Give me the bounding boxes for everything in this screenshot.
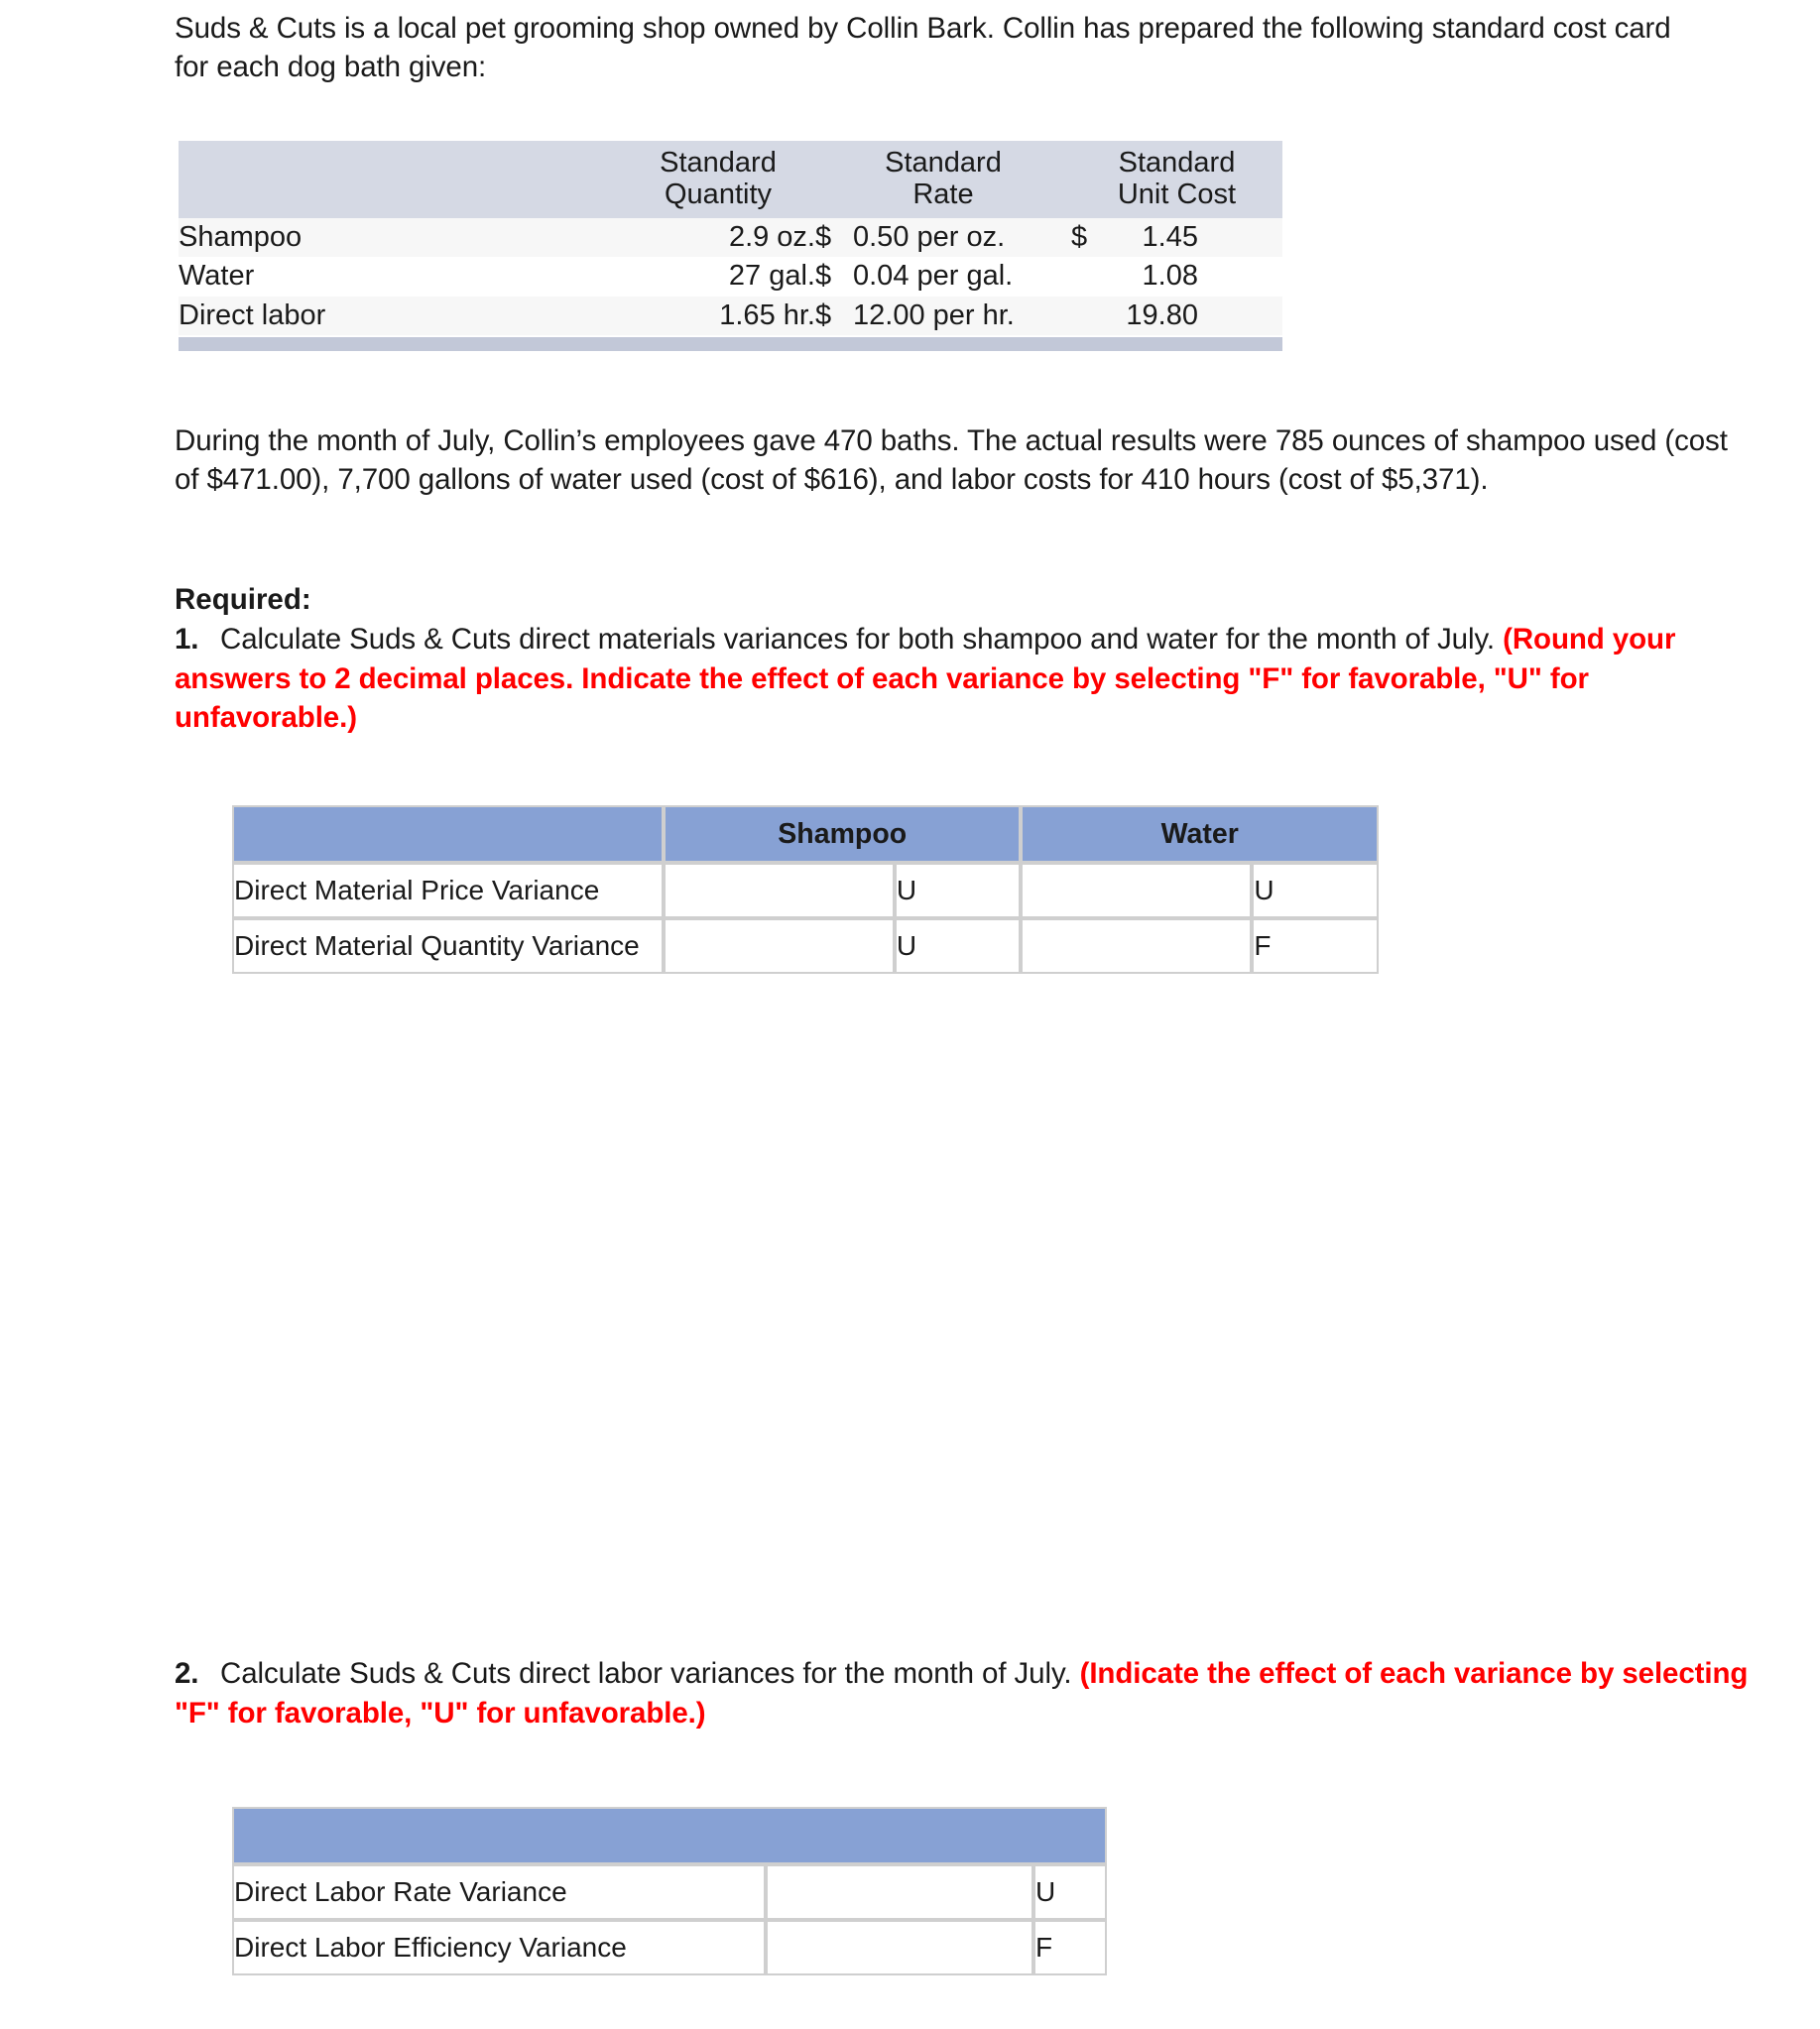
requirement-2-number: 2. — [175, 1657, 199, 1690]
table-row: Direct labor 1.65 hr. $12.00 per hr. 19.… — [179, 296, 1282, 336]
cost-card-row-rate: $0.04 per gal. — [815, 257, 1071, 297]
water-price-variance-effect-select[interactable]: U — [1252, 863, 1379, 918]
cost-card-row-label: Water — [179, 257, 621, 297]
labor-table-body: Direct Labor Rate Variance U Direct Labo… — [232, 1864, 1108, 1975]
water-quantity-variance-input[interactable] — [1021, 918, 1253, 974]
cost-card-header-blank — [179, 141, 621, 218]
water-price-variance-input[interactable] — [1021, 863, 1253, 918]
cost-card-header-row: Standard Quantity Standard Rate Standard… — [179, 141, 1282, 218]
actual-results-paragraph: During the month of July, Collin’s emplo… — [175, 424, 1728, 497]
labor-variance-table: Direct Labor Rate Variance U Direct Labo… — [232, 1807, 1108, 1975]
cost-card-row-rate-value: 0.04 per gal. — [853, 260, 1014, 293]
cost-card-row-label: Direct labor — [179, 296, 621, 336]
cost-card-row-label: Shampoo — [179, 217, 621, 258]
cost-card-row-unit-cost-value: 1.08 — [1142, 260, 1198, 293]
labor-rate-variance-effect-select[interactable]: U — [1033, 1864, 1108, 1920]
cost-card-row-rate-value: 12.00 per hr. — [853, 298, 1015, 331]
cost-card-header-std-rate-line1: Standard — [885, 147, 1002, 179]
table-row: Direct Labor Efficiency Variance F — [232, 1920, 1108, 1975]
materials-row-label-price-variance: Direct Material Price Variance — [232, 863, 664, 918]
materials-header-blank — [232, 805, 664, 863]
labor-table-header-row — [232, 1807, 1108, 1864]
labor-header-blank — [232, 1807, 1108, 1864]
cost-card-row-unit-cost: 19.80 — [1071, 296, 1282, 336]
requirement-1-black-text: Calculate Suds & Cuts direct materials v… — [220, 623, 1504, 656]
table-row: Shampoo 2.9 oz. $0.50 per oz. $1.45 — [179, 217, 1282, 258]
table-row: Direct Material Quantity Variance U F — [232, 918, 1379, 974]
worksheet-page: Suds & Cuts is a local pet grooming shop… — [0, 0, 1820, 2029]
cost-card-row-quantity: 1.65 hr. — [621, 296, 815, 336]
cost-card-row-rate: $0.50 per oz. — [815, 217, 1071, 258]
cost-card-row-unit-cost: $1.45 — [1071, 217, 1282, 258]
labor-row-label-rate-variance: Direct Labor Rate Variance — [232, 1864, 766, 1920]
table-row: Direct Labor Rate Variance U — [232, 1864, 1108, 1920]
cost-card-header-std-quantity-line2: Quantity — [665, 179, 772, 211]
cost-card-row-rate: $12.00 per hr. — [815, 296, 1071, 336]
materials-row-label-quantity-variance: Direct Material Quantity Variance — [232, 918, 664, 974]
shampoo-quantity-variance-input[interactable] — [663, 918, 895, 974]
currency-symbol: $ — [1071, 220, 1088, 253]
cost-card-row-unit-cost-value: 1.45 — [1142, 220, 1198, 253]
cost-card-row-unit-cost: 1.08 — [1071, 257, 1282, 297]
materials-variance-table: Shampoo Water Direct Material Price Vari… — [232, 805, 1379, 974]
cost-card-header-std-quantity-line1: Standard — [660, 147, 777, 179]
cost-card-header-std-unit-cost-line1: Standard — [1118, 147, 1236, 179]
standard-cost-card: Standard Quantity Standard Rate Standard… — [179, 141, 1282, 336]
cost-card-header-std-rate-line2: Rate — [912, 179, 974, 211]
labor-rate-variance-input[interactable] — [766, 1864, 1033, 1920]
cost-card-row-quantity: 27 gal. — [621, 257, 815, 297]
labor-efficiency-variance-effect-select[interactable]: F — [1033, 1920, 1108, 1975]
labor-row-label-efficiency-variance: Direct Labor Efficiency Variance — [232, 1920, 766, 1975]
currency-symbol: $ — [815, 298, 832, 331]
currency-symbol: $ — [815, 260, 832, 293]
requirement-1-number: 1. — [175, 623, 199, 656]
standard-cost-card-table: Standard Quantity Standard Rate Standard… — [179, 141, 1282, 336]
requirement-2-body: Calculate Suds & Cuts direct labor varia… — [175, 1657, 1748, 1730]
cost-card-footer-bar — [179, 337, 1282, 351]
intro-paragraph: Suds & Cuts is a local pet grooming shop… — [175, 12, 1671, 83]
cost-card-header-std-quantity: Standard Quantity — [621, 141, 815, 218]
table-row: Water 27 gal. $0.04 per gal. 1.08 — [179, 257, 1282, 297]
required-heading: Required: — [175, 583, 311, 616]
requirement-2-black-text: Calculate Suds & Cuts direct labor varia… — [220, 1657, 1080, 1690]
cost-card-row-quantity: 2.9 oz. — [621, 217, 815, 258]
currency-symbol: $ — [815, 220, 832, 253]
materials-header-shampoo: Shampoo — [663, 805, 1022, 863]
table-row: Direct Material Price Variance U U — [232, 863, 1379, 918]
cost-card-body: Shampoo 2.9 oz. $0.50 per oz. $1.45 Wate… — [179, 217, 1282, 336]
cost-card-header-std-rate: Standard Rate — [815, 141, 1071, 218]
materials-variance-answer-table: Shampoo Water Direct Material Price Vari… — [232, 805, 1379, 974]
cost-card-header-std-unit-cost: Standard Unit Cost — [1071, 141, 1282, 218]
requirement-1-body: Calculate Suds & Cuts direct materials v… — [175, 623, 1675, 734]
cost-card-row-rate-value: 0.50 per oz. — [853, 220, 1006, 253]
water-quantity-variance-effect-select[interactable]: F — [1252, 918, 1379, 974]
cost-card-header-std-unit-cost-line2: Unit Cost — [1117, 179, 1237, 211]
shampoo-price-variance-input[interactable] — [663, 863, 895, 918]
materials-table-body: Direct Material Price Variance U U Direc… — [232, 863, 1379, 974]
shampoo-quantity-variance-effect-select[interactable]: U — [894, 918, 1022, 974]
materials-table-header-row: Shampoo Water — [232, 805, 1379, 863]
labor-variance-answer-table: Direct Labor Rate Variance U Direct Labo… — [232, 1807, 1108, 1975]
labor-efficiency-variance-input[interactable] — [766, 1920, 1033, 1975]
cost-card-row-unit-cost-value: 19.80 — [1126, 298, 1198, 331]
requirement-1: 1. Calculate Suds & Cuts direct material… — [175, 620, 1761, 738]
requirement-2: 2. Calculate Suds & Cuts direct labor va… — [175, 1654, 1752, 1732]
shampoo-price-variance-effect-select[interactable]: U — [894, 863, 1022, 918]
materials-header-water: Water — [1021, 805, 1379, 863]
